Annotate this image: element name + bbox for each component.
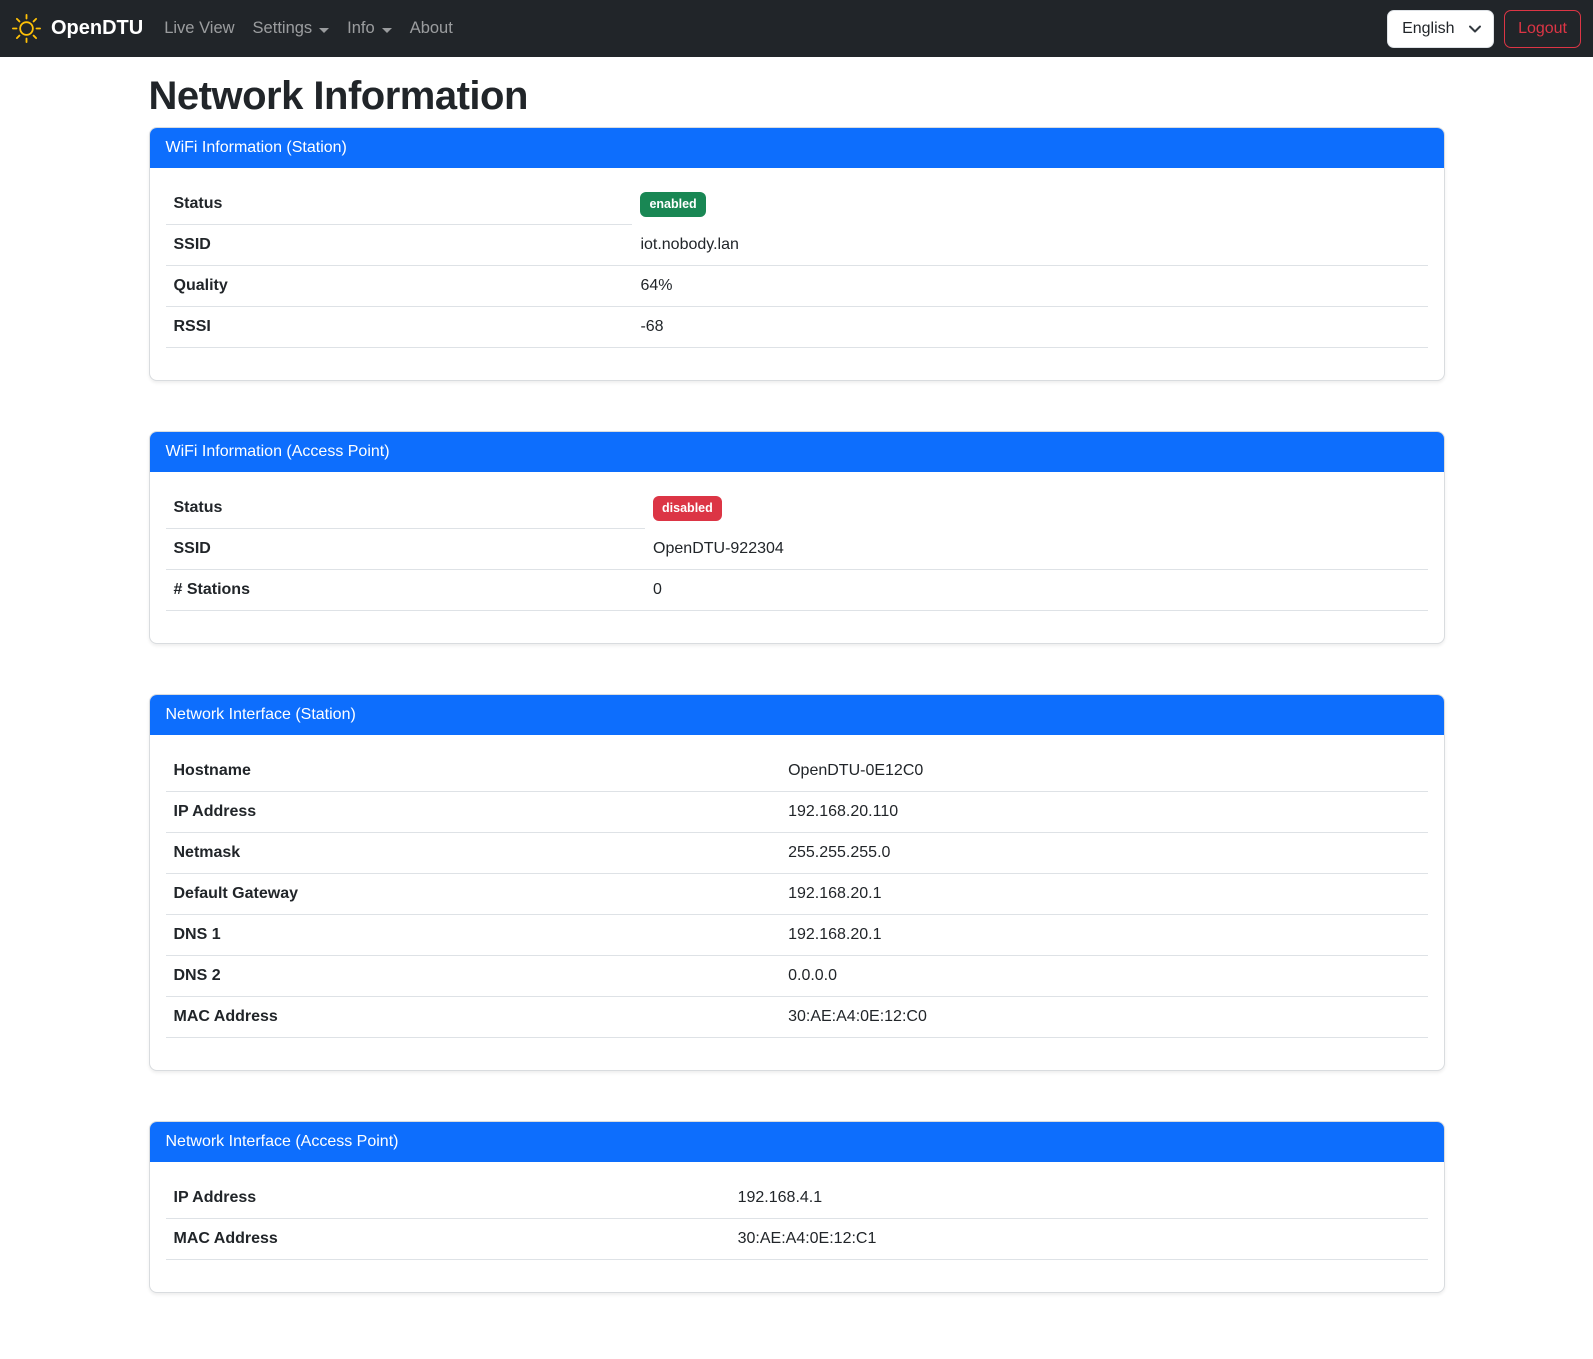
- row-label: Hostname: [166, 751, 781, 792]
- row-label: Netmask: [166, 833, 781, 874]
- brand[interactable]: OpenDTU: [12, 14, 143, 43]
- row-label: RSSI: [166, 307, 633, 348]
- row-label: SSID: [166, 529, 646, 570]
- nav-item-settings[interactable]: Settings: [244, 11, 339, 46]
- nav-menu: Live View Settings Info About: [155, 11, 462, 46]
- row-value: OpenDTU-922304: [645, 529, 1427, 570]
- card-wifi-station: WiFi Information (Station) Status enable…: [149, 127, 1445, 381]
- card-body: Hostname OpenDTU-0E12C0 IP Address 192.1…: [150, 735, 1444, 1070]
- row-label: DNS 2: [166, 956, 781, 997]
- row-value: 30:AE:A4:0E:12:C1: [730, 1219, 1428, 1260]
- row-value: iot.nobody.lan: [632, 225, 1427, 266]
- table-row: Status enabled: [166, 184, 1428, 225]
- table-row: Hostname OpenDTU-0E12C0: [166, 751, 1428, 792]
- row-label: Status: [166, 488, 646, 529]
- logout-button[interactable]: Logout: [1504, 10, 1581, 48]
- nav-item-label: Settings: [253, 19, 313, 38]
- table-row: DNS 2 0.0.0.0: [166, 956, 1428, 997]
- brand-label: OpenDTU: [51, 17, 143, 40]
- row-value: 192.168.20.1: [780, 915, 1427, 956]
- status-badge: enabled: [640, 192, 705, 217]
- nav-item-live-view[interactable]: Live View: [155, 11, 243, 46]
- status-badge: disabled: [653, 496, 722, 521]
- card-header: WiFi Information (Access Point): [150, 432, 1444, 472]
- row-label: MAC Address: [166, 997, 781, 1038]
- row-label: Quality: [166, 266, 633, 307]
- row-label: DNS 1: [166, 915, 781, 956]
- table-row: Netmask 255.255.255.0: [166, 833, 1428, 874]
- table-row: MAC Address 30:AE:A4:0E:12:C1: [166, 1219, 1428, 1260]
- table-row: # Stations 0: [166, 570, 1428, 611]
- table-row: Default Gateway 192.168.20.1: [166, 874, 1428, 915]
- row-value: 255.255.255.0: [780, 833, 1427, 874]
- caret-down-icon: [382, 28, 392, 33]
- row-value: 30:AE:A4:0E:12:C0: [780, 997, 1427, 1038]
- nav-item-label: About: [410, 19, 453, 38]
- row-value: -68: [632, 307, 1427, 348]
- table-row: SSID iot.nobody.lan: [166, 225, 1428, 266]
- table-row: Status disabled: [166, 488, 1428, 529]
- table-row: IP Address 192.168.4.1: [166, 1178, 1428, 1219]
- navbar-right: English Logout: [1387, 10, 1581, 48]
- sun-icon: [12, 14, 41, 43]
- row-label: Default Gateway: [166, 874, 781, 915]
- row-value: 0: [645, 570, 1427, 611]
- row-value: 0.0.0.0: [780, 956, 1427, 997]
- card-network-interface-access-point: Network Interface (Access Point) IP Addr…: [149, 1121, 1445, 1293]
- card-wifi-access-point: WiFi Information (Access Point) Status d…: [149, 431, 1445, 644]
- card-header: WiFi Information (Station): [150, 128, 1444, 168]
- nav-item-label: Live View: [164, 19, 234, 38]
- language-select[interactable]: English: [1387, 10, 1494, 48]
- row-value: 64%: [632, 266, 1427, 307]
- nav-item-label: Info: [347, 19, 375, 38]
- table-row: MAC Address 30:AE:A4:0E:12:C0: [166, 997, 1428, 1038]
- nav-item-about[interactable]: About: [401, 11, 462, 46]
- row-label: Status: [166, 184, 633, 225]
- row-value: 192.168.20.1: [780, 874, 1427, 915]
- nav-item-info[interactable]: Info: [338, 11, 401, 46]
- navbar: OpenDTU Live View Settings Info About En…: [0, 0, 1593, 57]
- row-label: IP Address: [166, 1178, 730, 1219]
- table-row: Quality 64%: [166, 266, 1428, 307]
- main-content: Network Information WiFi Information (St…: [137, 74, 1457, 1293]
- card-body: Status disabled SSID OpenDTU-922304 # St…: [150, 472, 1444, 643]
- table-row: IP Address 192.168.20.110: [166, 792, 1428, 833]
- table-row: DNS 1 192.168.20.1: [166, 915, 1428, 956]
- row-value: OpenDTU-0E12C0: [780, 751, 1427, 792]
- row-label: MAC Address: [166, 1219, 730, 1260]
- row-label: # Stations: [166, 570, 646, 611]
- table-row: RSSI -68: [166, 307, 1428, 348]
- row-label: SSID: [166, 225, 633, 266]
- caret-down-icon: [319, 28, 329, 33]
- card-body: IP Address 192.168.4.1 MAC Address 30:AE…: [150, 1162, 1444, 1292]
- card-network-interface-station: Network Interface (Station) Hostname Ope…: [149, 694, 1445, 1071]
- page-title: Network Information: [149, 74, 1445, 119]
- card-header: Network Interface (Access Point): [150, 1122, 1444, 1162]
- table-row: SSID OpenDTU-922304: [166, 529, 1428, 570]
- row-value: enabled: [632, 184, 1427, 225]
- language-select-wrap: English: [1387, 10, 1494, 48]
- row-value: 192.168.4.1: [730, 1178, 1428, 1219]
- row-label: IP Address: [166, 792, 781, 833]
- card-body: Status enabled SSID iot.nobody.lan Quali…: [150, 168, 1444, 380]
- card-header: Network Interface (Station): [150, 695, 1444, 735]
- row-value: disabled: [645, 488, 1427, 529]
- row-value: 192.168.20.110: [780, 792, 1427, 833]
